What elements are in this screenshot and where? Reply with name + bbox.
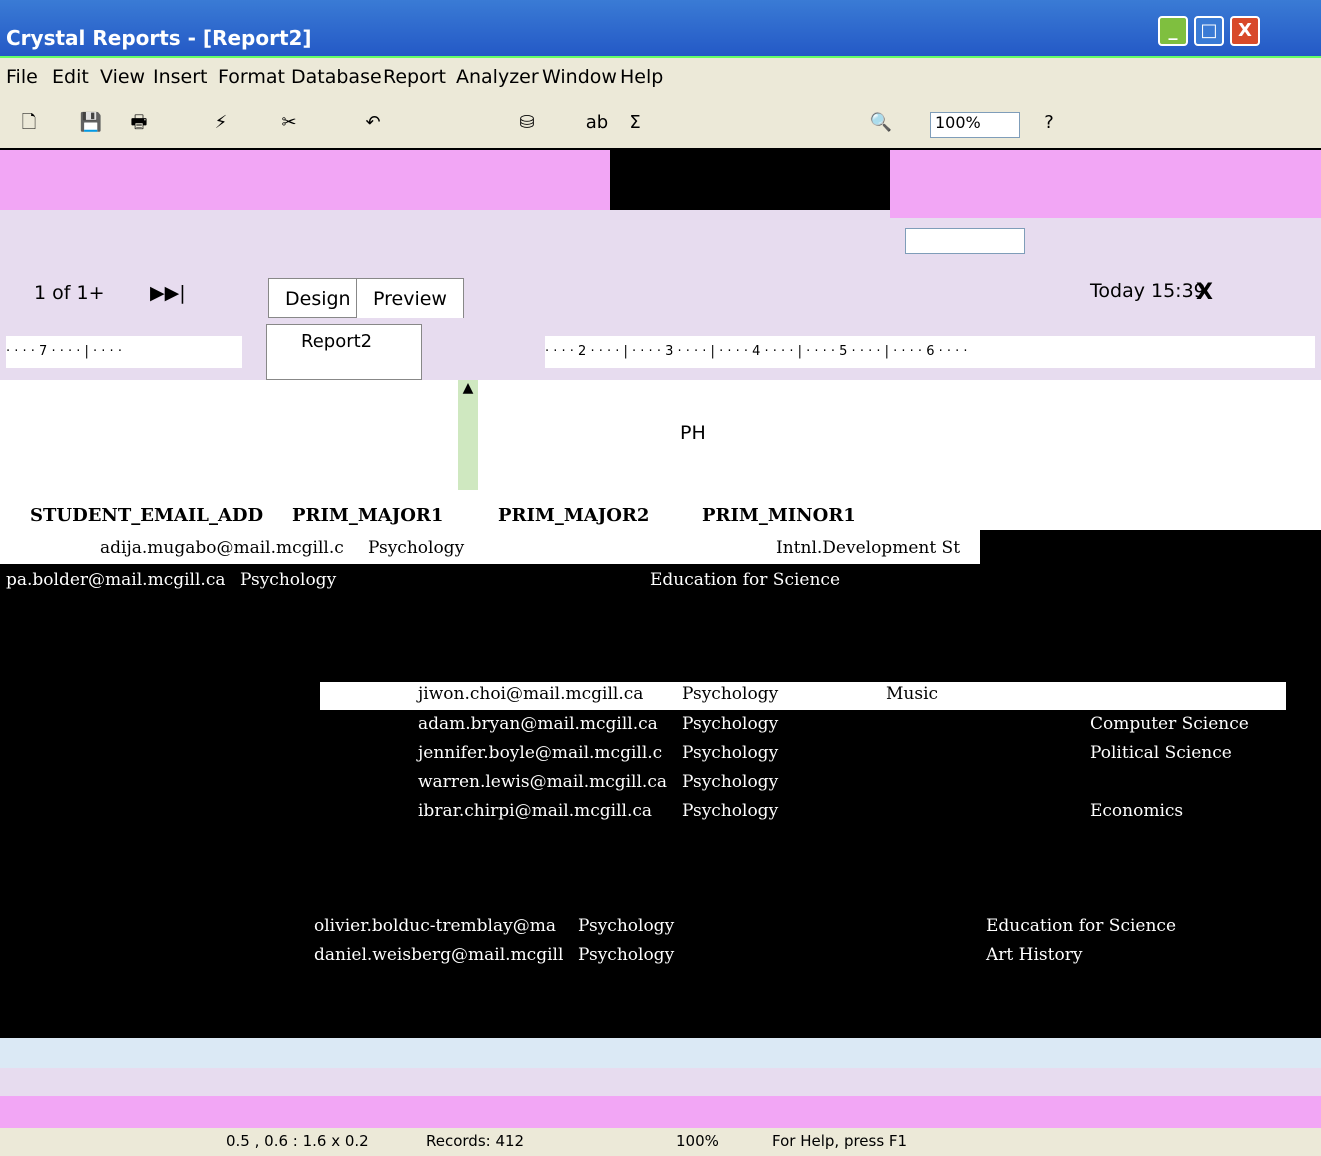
save-icon[interactable]: 💾 — [78, 110, 104, 136]
bottom-toolbar — [0, 1068, 1321, 1096]
row-0-email[interactable]: adija.mugabo@mail.mcgill.c — [100, 538, 344, 558]
ruler-left: · · · · 7 · · · · | · · · · — [6, 336, 242, 368]
menu-database[interactable]: Database — [291, 66, 382, 88]
find-icon[interactable]: 🔍 — [868, 110, 894, 136]
row-1-minor[interactable]: Education for Science — [650, 570, 840, 590]
status-help: For Help, press F1 — [772, 1132, 908, 1150]
status-position: 0.5 , 0.6 : 1.6 x 0.2 — [226, 1132, 369, 1150]
page-header-section: ▲ PH — [0, 380, 1321, 490]
zoom-select[interactable]: 100% — [930, 112, 1020, 138]
alignment-toolbar — [890, 150, 1321, 218]
row-4-minor[interactable]: Political Science — [1090, 743, 1232, 763]
close-view-icon[interactable]: X — [1196, 280, 1213, 305]
minimize-button[interactable]: _ — [1158, 16, 1188, 46]
row-7-minor[interactable]: Education for Science — [986, 916, 1176, 936]
refresh-icon[interactable]: ⚡ — [208, 110, 234, 136]
maximize-button[interactable]: □ — [1194, 16, 1224, 46]
tab-preview[interactable]: Preview — [356, 278, 464, 318]
row-2-minor[interactable]: Music — [886, 684, 938, 704]
menu-report[interactable]: Report — [383, 66, 446, 88]
status-zoom: 100% — [676, 1132, 719, 1150]
menu-bar: File Edit View Insert Format Database Re… — [0, 58, 1321, 100]
status-records: Records: 412 — [426, 1132, 525, 1150]
row-3-minor[interactable]: Computer Science — [1090, 714, 1249, 734]
row-7-email[interactable]: olivier.bolduc-tremblay@ma — [314, 916, 556, 936]
menu-help[interactable]: Help — [620, 66, 663, 88]
row-2-email[interactable]: jiwon.choi@mail.mcgill.ca — [418, 684, 643, 704]
bottom-toolbar-2 — [0, 1096, 1321, 1128]
menu-window[interactable]: Window — [542, 66, 617, 88]
row-0-minor[interactable]: Intnl.Development St — [776, 538, 960, 558]
section-label: PH — [680, 422, 706, 444]
col-major2[interactable]: PRIM_MAJOR2 — [498, 505, 649, 526]
page-indicator: 1 of 1+ — [34, 282, 105, 304]
window-title: Crystal Reports - [Report2] — [6, 26, 312, 50]
undo-icon[interactable]: ↶ — [360, 110, 386, 136]
row-4-email[interactable]: jennifer.boyle@mail.mcgill.c — [418, 743, 662, 763]
row-1-major[interactable]: Psychology — [240, 570, 336, 590]
menu-insert[interactable]: Insert — [153, 66, 208, 88]
row-6-major[interactable]: Psychology — [682, 801, 778, 821]
row-5-email[interactable]: warren.lewis@mail.mcgill.ca — [418, 772, 667, 792]
scroll-up-icon[interactable]: ▲ — [458, 380, 478, 396]
font-select[interactable] — [905, 228, 1025, 254]
row-7-major[interactable]: Psychology — [578, 916, 674, 936]
row-8-major[interactable]: Psychology — [578, 945, 674, 965]
group-tree-root[interactable]: Report2 — [266, 324, 422, 380]
ruler-right: · · · · 2 · · · · | · · · · 3 · · · · | … — [545, 336, 1315, 368]
summary-icon[interactable]: Σ — [622, 110, 648, 136]
help-icon[interactable]: ? — [1036, 110, 1062, 136]
row-1-email[interactable]: pa.bolder@mail.mcgill.ca — [6, 570, 225, 590]
database-expert-icon[interactable]: ⛁ — [514, 110, 540, 136]
col-email[interactable]: STUDENT_EMAIL_ADD — [30, 505, 263, 526]
row-3-major[interactable]: Psychology — [682, 714, 778, 734]
print-icon[interactable]: 🖶 — [126, 110, 152, 136]
menu-view[interactable]: View — [100, 66, 145, 88]
cut-icon[interactable]: ✂ — [276, 110, 302, 136]
menu-edit[interactable]: Edit — [52, 66, 89, 88]
next-page-icon[interactable]: ▶▶| — [150, 282, 186, 304]
row-8-email[interactable]: daniel.weisberg@mail.mcgill — [314, 945, 563, 965]
row-6-minor[interactable]: Economics — [1090, 801, 1183, 821]
menu-format[interactable]: Format — [218, 66, 285, 88]
row-5-major[interactable]: Psychology — [682, 772, 778, 792]
horizontal-scrollbar[interactable] — [0, 1038, 1321, 1068]
title-bar: Crystal Reports - [Report2] _ □ X — [0, 0, 1321, 58]
row-0-major[interactable]: Psychology — [368, 538, 464, 558]
menu-file[interactable]: File — [6, 66, 38, 88]
toolbar-area — [0, 210, 890, 272]
row-2-major[interactable]: Psychology — [682, 684, 778, 704]
row-4-major[interactable]: Psychology — [682, 743, 778, 763]
formatting-toolbar — [0, 150, 610, 210]
col-minor1[interactable]: PRIM_MINOR1 — [702, 505, 856, 526]
text-object-icon[interactable]: ab — [584, 110, 610, 136]
row-3-email[interactable]: adam.bryan@mail.mcgill.ca — [418, 714, 658, 734]
menu-analyzer[interactable]: Analyzer — [456, 66, 539, 88]
row-8-minor[interactable]: Art History — [986, 945, 1082, 965]
scrollbar[interactable]: ▲ — [458, 380, 478, 490]
data-timestamp: Today 15:39 — [1090, 280, 1206, 302]
new-icon[interactable]: 🗋 — [16, 110, 42, 136]
close-button[interactable]: X — [1230, 16, 1260, 46]
nav-bar: 1 of 1+ ▶▶| Design Preview Today 15:39 X — [0, 272, 1321, 320]
tab-design[interactable]: Design — [268, 278, 368, 318]
status-bar: 0.5 , 0.6 : 1.6 x 0.2 Records: 412 100% … — [0, 1128, 1321, 1156]
row-6-email[interactable]: ibrar.chirpi@mail.mcgill.ca — [418, 801, 652, 821]
standard-toolbar: 🗋 💾 🖶 ⚡ ✂ ↶ ⛁ ab Σ 🔍 100% ? — [0, 100, 1321, 148]
col-major1[interactable]: PRIM_MAJOR1 — [292, 505, 443, 526]
